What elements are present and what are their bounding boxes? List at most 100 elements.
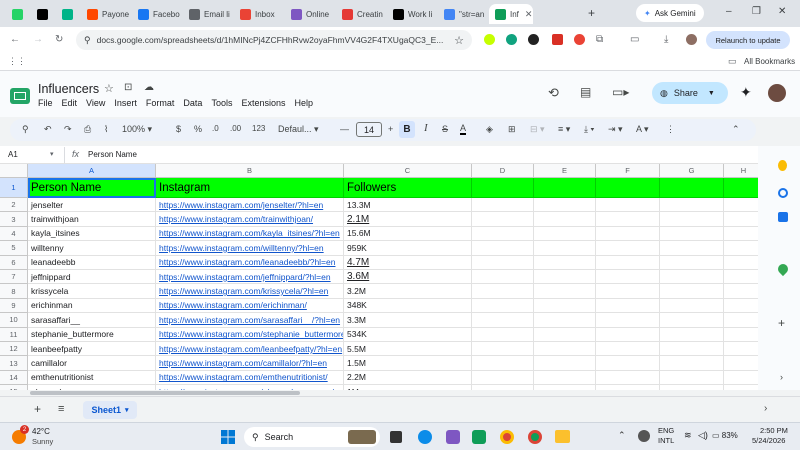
table-cell[interactable]: 3.2M [344, 284, 472, 299]
table-cell[interactable]: 959K [344, 241, 472, 256]
empty-cell[interactable] [660, 198, 724, 213]
minimize-icon[interactable]: – [726, 6, 732, 17]
search-menus-icon[interactable]: ⚲ [22, 124, 29, 135]
all-bookmarks-link[interactable]: All Bookmarks [744, 57, 795, 66]
column-header[interactable]: F [596, 164, 660, 178]
horizontal-align-icon[interactable]: ≡ ▾ [558, 124, 570, 135]
chrome-icon[interactable] [500, 430, 514, 444]
vertical-align-icon[interactable]: ⤓ ▾ [584, 124, 594, 135]
row-header[interactable]: 11 [0, 327, 28, 342]
browser-tab[interactable]: Creatin [336, 4, 384, 24]
table-cell[interactable]: camillalor [28, 356, 156, 371]
bookmark-star-icon[interactable]: ☆ [454, 34, 464, 47]
table-cell[interactable]: 1.5M [344, 356, 472, 371]
text-rotation-icon[interactable]: A ▾ [636, 124, 649, 135]
close-window-icon[interactable]: ✕ [778, 6, 786, 17]
table-cell[interactable]: https://www.instagram.com/krissycela/?hl… [156, 284, 344, 299]
empty-cell[interactable] [724, 371, 758, 386]
empty-cell[interactable] [724, 385, 758, 390]
chatgpt-extension-icon[interactable] [506, 34, 517, 45]
sheet-tab-sheet1[interactable]: Sheet1 ▾ [83, 401, 137, 419]
clock-date[interactable]: 5/24/2026 [752, 436, 785, 445]
table-cell[interactable]: https://www.instagram.com/emthenutrition… [156, 370, 344, 386]
chrome-profile-icon[interactable] [528, 430, 542, 444]
share-button[interactable]: ◍ Share ▼ [652, 82, 728, 104]
row-header[interactable]: 5 [0, 241, 28, 256]
header-cell[interactable]: Person Name [28, 178, 156, 198]
table-cell[interactable]: https://www.instagram.com/jenselter/?hl=… [156, 198, 344, 213]
table-cell[interactable]: 2.1M [344, 212, 472, 227]
empty-cell[interactable] [472, 198, 534, 213]
header-cell[interactable] [472, 178, 534, 198]
empty-cell[interactable] [472, 370, 534, 386]
row-header[interactable]: 13 [0, 356, 28, 371]
maps-icon[interactable] [775, 261, 791, 277]
windows-start-icon[interactable] [221, 430, 235, 444]
browser-tab[interactable]: Work li [387, 4, 435, 24]
empty-cell[interactable] [596, 284, 660, 299]
fill-color-icon[interactable]: ◈ [486, 124, 493, 135]
table-cell[interactable]: jeffnippard [28, 270, 156, 285]
empty-cell[interactable] [660, 385, 724, 390]
panda-extension-icon[interactable] [528, 34, 539, 45]
row-header[interactable]: 10 [0, 313, 28, 328]
empty-cell[interactable] [724, 342, 758, 357]
table-cell[interactable]: 1M [344, 385, 472, 390]
record-extension-icon[interactable] [574, 34, 585, 45]
font-select[interactable]: Defaul... ▾ [278, 124, 319, 135]
empty-cell[interactable] [534, 342, 596, 357]
zoom-select[interactable]: 100% ▾ [122, 124, 152, 135]
undo-icon[interactable]: ↶ [44, 124, 52, 135]
empty-cell[interactable] [534, 198, 596, 213]
instagram-link[interactable]: https://www.instagram.com/erichinman/ [159, 300, 307, 310]
name-box-dropdown-icon[interactable]: ▾ [50, 150, 54, 158]
instagram-link[interactable]: https://www.instagram.com/jeffnippard/?h… [159, 272, 331, 282]
meet-icon[interactable]: ▭▸ [612, 85, 629, 99]
column-header[interactable]: E [534, 164, 596, 178]
empty-cell[interactable] [534, 212, 596, 227]
empty-cell[interactable] [472, 313, 534, 328]
table-cell[interactable]: trainwithjoan [28, 212, 156, 227]
browser-tab[interactable]: Online [285, 4, 333, 24]
empty-cell[interactable] [596, 356, 660, 371]
strikethrough-button[interactable]: S [442, 124, 448, 134]
empty-cell[interactable] [472, 284, 534, 299]
row-header[interactable]: 3 [0, 212, 28, 227]
table-cell[interactable]: 3.3M [344, 313, 472, 328]
empty-cell[interactable] [534, 284, 596, 299]
instagram-link[interactable]: https://www.instagram.com/sarasaffari__/… [159, 315, 340, 325]
empty-cell[interactable] [472, 255, 534, 270]
browser-tab[interactable]: Payone [81, 4, 129, 24]
empty-cell[interactable] [660, 298, 724, 314]
browser-tab[interactable] [56, 4, 78, 24]
empty-cell[interactable] [472, 226, 534, 242]
document-title[interactable]: Influencers [38, 82, 99, 96]
empty-cell[interactable] [596, 226, 660, 242]
empty-cell[interactable] [534, 356, 596, 371]
sheets-logo-icon[interactable] [10, 88, 30, 104]
empty-cell[interactable] [596, 198, 660, 213]
menu-view[interactable]: View [86, 98, 105, 108]
region-indicator[interactable]: INTL [658, 436, 674, 445]
table-cell[interactable]: leanadeebb [28, 255, 156, 270]
show-hidden-icons[interactable]: ⌃ [618, 430, 626, 441]
relaunch-button[interactable]: Relaunch to update [706, 31, 790, 49]
empty-cell[interactable] [660, 284, 724, 299]
merge-cells-icon[interactable]: ⊟ ▾ [530, 124, 545, 135]
header-cell[interactable] [534, 178, 596, 198]
redo-icon[interactable]: ↷ [64, 124, 72, 135]
empty-cell[interactable] [660, 356, 724, 371]
tasks-icon[interactable] [778, 188, 788, 198]
clock-time[interactable]: 2:50 PM [760, 426, 788, 435]
menu-insert[interactable]: Insert [114, 98, 137, 108]
more-formats-button[interactable]: 123 [252, 124, 265, 133]
table-cell[interactable]: https://www.instagram.com/camillalor/?hl… [156, 356, 344, 371]
close-tab-icon[interactable]: ✕ [525, 9, 533, 20]
table-cell[interactable]: https://www.instagram.com/erichinman/ [156, 298, 344, 314]
empty-cell[interactable] [534, 385, 596, 390]
paint-format-icon[interactable]: ⌇ [104, 124, 108, 135]
font-size-input[interactable]: 14 [356, 122, 382, 137]
table-cell[interactable]: 2.2M [344, 370, 472, 386]
increase-decimal-button[interactable]: .00 [230, 124, 241, 133]
empty-cell[interactable] [472, 385, 534, 390]
